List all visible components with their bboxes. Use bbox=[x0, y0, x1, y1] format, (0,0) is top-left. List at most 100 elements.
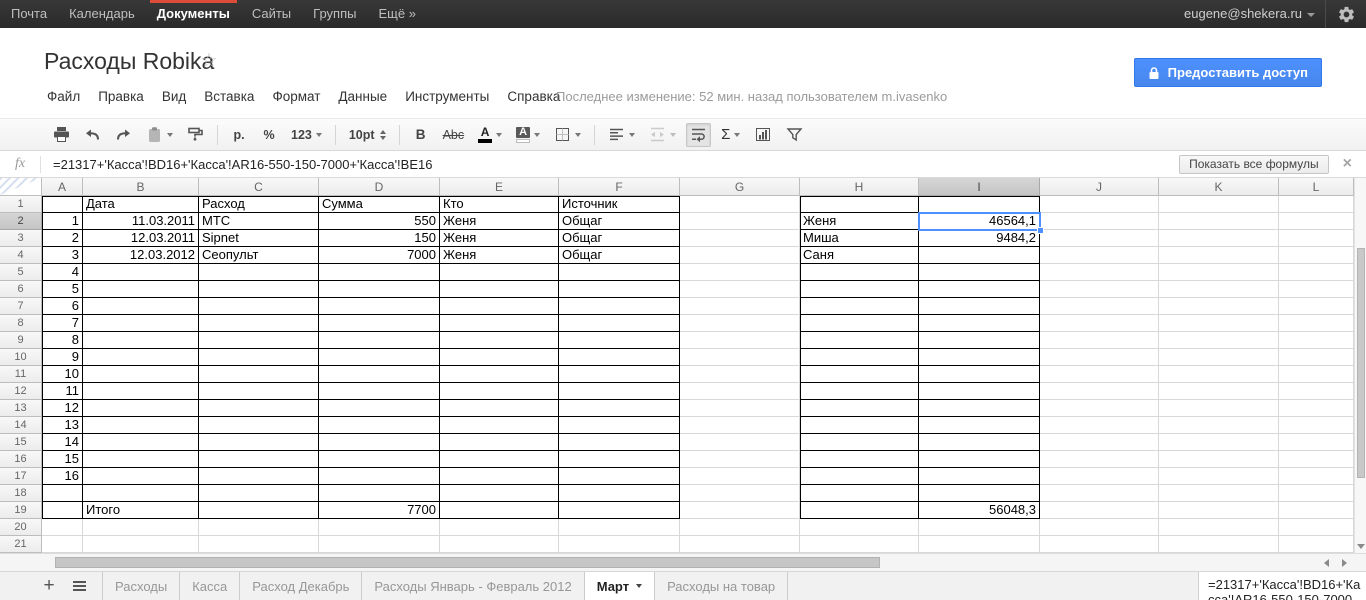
row-header-19[interactable]: 19 bbox=[0, 502, 42, 519]
borders-button[interactable] bbox=[550, 123, 585, 147]
cell-B13[interactable] bbox=[83, 400, 199, 417]
cell-H1[interactable] bbox=[800, 196, 919, 213]
share-button[interactable]: Предоставить доступ bbox=[1134, 58, 1322, 87]
cell-K4[interactable] bbox=[1159, 247, 1279, 264]
cell-J5[interactable] bbox=[1040, 264, 1159, 281]
cell-L12[interactable] bbox=[1279, 383, 1354, 400]
cell-C12[interactable] bbox=[199, 383, 319, 400]
top-nav-2[interactable]: Календарь bbox=[58, 0, 146, 28]
column-header-H[interactable]: H bbox=[800, 178, 919, 196]
print-button[interactable] bbox=[49, 123, 74, 147]
row-header-13[interactable]: 13 bbox=[0, 400, 42, 417]
cell-A19[interactable] bbox=[42, 502, 83, 519]
account-menu[interactable]: eugene@shekera.ru bbox=[1174, 0, 1325, 28]
row-header-9[interactable]: 9 bbox=[0, 332, 42, 349]
cell-I18[interactable] bbox=[919, 485, 1040, 502]
cell-D1[interactable]: Сумма bbox=[319, 196, 440, 213]
cell-J19[interactable] bbox=[1040, 502, 1159, 519]
cell-D3[interactable]: 150 bbox=[319, 230, 440, 247]
cell-K10[interactable] bbox=[1159, 349, 1279, 366]
cell-G21[interactable] bbox=[680, 536, 800, 553]
cell-H6[interactable] bbox=[800, 281, 919, 298]
cell-K18[interactable] bbox=[1159, 485, 1279, 502]
show-all-formulas-button[interactable]: Показать все формулы bbox=[1179, 155, 1329, 174]
cell-K17[interactable] bbox=[1159, 468, 1279, 485]
cell-K16[interactable] bbox=[1159, 451, 1279, 468]
cell-I15[interactable] bbox=[919, 434, 1040, 451]
cell-L8[interactable] bbox=[1279, 315, 1354, 332]
cell-B12[interactable] bbox=[83, 383, 199, 400]
row-header-4[interactable]: 4 bbox=[0, 247, 42, 264]
row-header-10[interactable]: 10 bbox=[0, 349, 42, 366]
top-nav-5[interactable]: Группы bbox=[302, 0, 367, 28]
cell-C9[interactable] bbox=[199, 332, 319, 349]
strikethrough-button[interactable]: Abc bbox=[439, 123, 469, 147]
cell-F17[interactable] bbox=[559, 468, 680, 485]
row-header-17[interactable]: 17 bbox=[0, 468, 42, 485]
cell-A3[interactable]: 2 bbox=[42, 230, 83, 247]
cell-F5[interactable] bbox=[559, 264, 680, 281]
cell-L17[interactable] bbox=[1279, 468, 1354, 485]
cell-L10[interactable] bbox=[1279, 349, 1354, 366]
cell-B16[interactable] bbox=[83, 451, 199, 468]
cell-E16[interactable] bbox=[440, 451, 559, 468]
number-format-button[interactable]: 123 bbox=[287, 123, 326, 147]
select-all-corner[interactable] bbox=[0, 178, 42, 196]
cell-J2[interactable] bbox=[1040, 213, 1159, 230]
cell-K13[interactable] bbox=[1159, 400, 1279, 417]
cell-A2[interactable]: 1 bbox=[42, 213, 83, 230]
cell-A15[interactable]: 14 bbox=[42, 434, 83, 451]
cell-A18[interactable] bbox=[42, 485, 83, 502]
cell-D15[interactable] bbox=[319, 434, 440, 451]
cell-A11[interactable]: 10 bbox=[42, 366, 83, 383]
cell-G9[interactable] bbox=[680, 332, 800, 349]
cell-J9[interactable] bbox=[1040, 332, 1159, 349]
cell-K8[interactable] bbox=[1159, 315, 1279, 332]
cell-H11[interactable] bbox=[800, 366, 919, 383]
paste-button[interactable] bbox=[142, 123, 177, 147]
top-nav-6[interactable]: Ещё » bbox=[367, 0, 426, 28]
cell-L18[interactable] bbox=[1279, 485, 1354, 502]
column-header-G[interactable]: G bbox=[680, 178, 800, 196]
row-header-18[interactable]: 18 bbox=[0, 485, 42, 502]
percent-format-button[interactable]: % bbox=[257, 123, 281, 147]
cell-K12[interactable] bbox=[1159, 383, 1279, 400]
cell-D21[interactable] bbox=[319, 536, 440, 553]
cell-H10[interactable] bbox=[800, 349, 919, 366]
cell-F2[interactable]: Общаг bbox=[559, 213, 680, 230]
cell-I9[interactable] bbox=[919, 332, 1040, 349]
cell-D18[interactable] bbox=[319, 485, 440, 502]
cell-D4[interactable]: 7000 bbox=[319, 247, 440, 264]
cell-C14[interactable] bbox=[199, 417, 319, 434]
cell-L3[interactable] bbox=[1279, 230, 1354, 247]
cell-L19[interactable] bbox=[1279, 502, 1354, 519]
cell-E7[interactable] bbox=[440, 298, 559, 315]
cell-A8[interactable]: 7 bbox=[42, 315, 83, 332]
cell-B10[interactable] bbox=[83, 349, 199, 366]
cell-H12[interactable] bbox=[800, 383, 919, 400]
cell-K19[interactable] bbox=[1159, 502, 1279, 519]
cell-K15[interactable] bbox=[1159, 434, 1279, 451]
cell-J3[interactable] bbox=[1040, 230, 1159, 247]
close-icon[interactable]: × bbox=[1343, 156, 1352, 172]
cell-B4[interactable]: 12.03.2012 bbox=[83, 247, 199, 264]
column-header-J[interactable]: J bbox=[1040, 178, 1159, 196]
cell-C2[interactable]: МТС bbox=[199, 213, 319, 230]
bold-button[interactable]: B bbox=[409, 123, 433, 147]
cell-I10[interactable] bbox=[919, 349, 1040, 366]
cell-J17[interactable] bbox=[1040, 468, 1159, 485]
cell-J14[interactable] bbox=[1040, 417, 1159, 434]
cell-B7[interactable] bbox=[83, 298, 199, 315]
top-nav-1[interactable]: Почта bbox=[0, 0, 58, 28]
functions-button[interactable]: Σ bbox=[717, 123, 744, 147]
cell-A6[interactable]: 5 bbox=[42, 281, 83, 298]
redo-button[interactable] bbox=[111, 123, 136, 147]
cell-L21[interactable] bbox=[1279, 536, 1354, 553]
cell-D16[interactable] bbox=[319, 451, 440, 468]
paint-format-button[interactable] bbox=[183, 123, 208, 147]
cell-J1[interactable] bbox=[1040, 196, 1159, 213]
cell-L20[interactable] bbox=[1279, 519, 1354, 536]
cell-L11[interactable] bbox=[1279, 366, 1354, 383]
cell-B1[interactable]: Дата bbox=[83, 196, 199, 213]
cell-B20[interactable] bbox=[83, 519, 199, 536]
